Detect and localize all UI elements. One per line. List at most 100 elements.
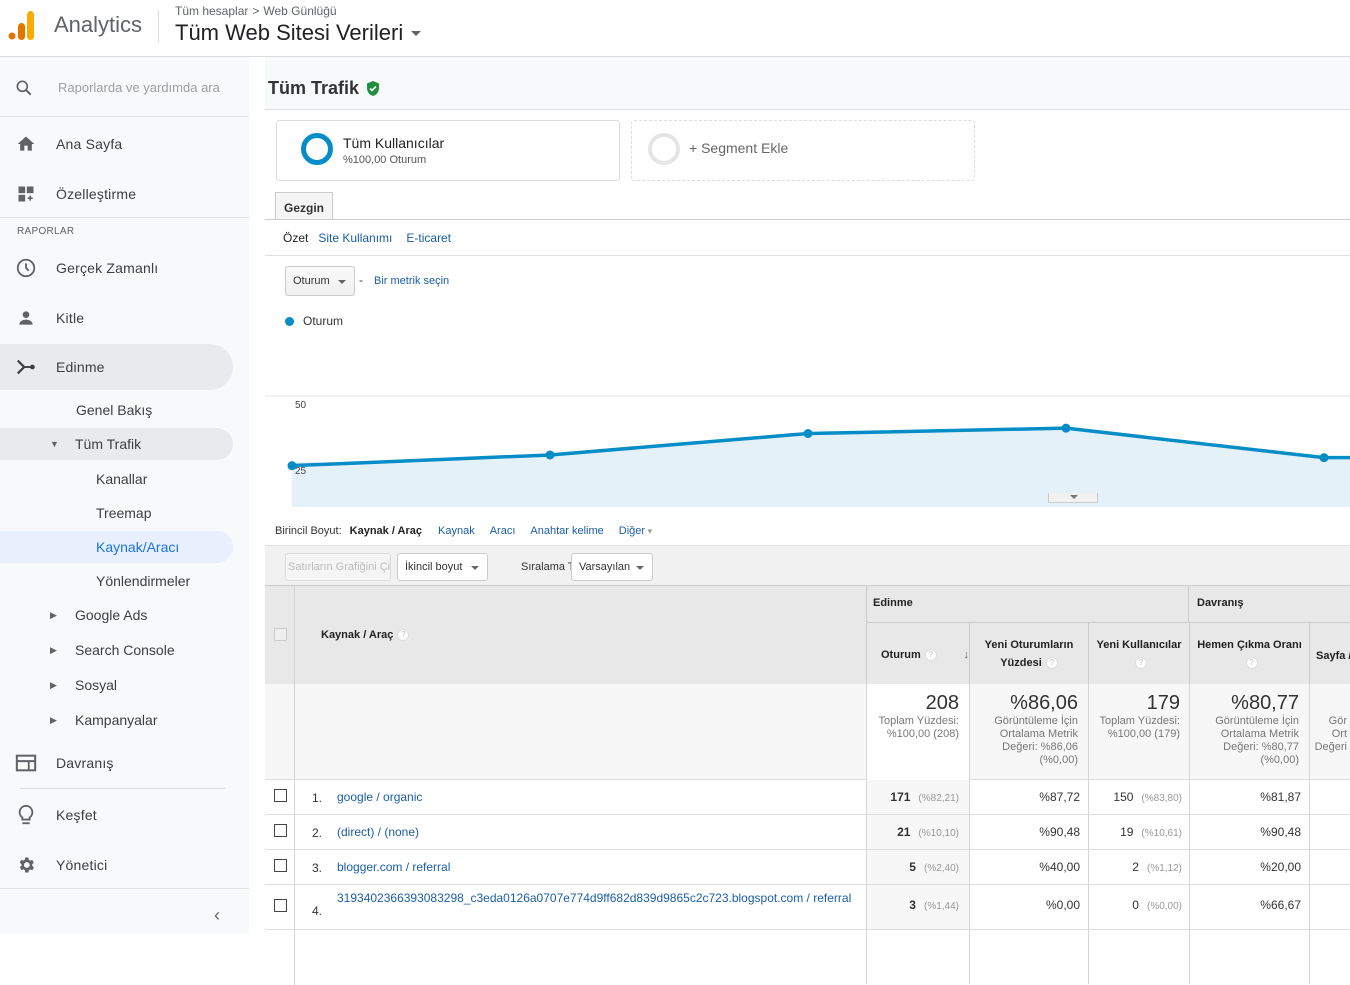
table-toolbar: Satırların Grafiğini Çiz İkincil boyut S… bbox=[265, 545, 1350, 585]
sidebar-subitem-campaigns[interactable]: ▶ Kampanyalar bbox=[0, 704, 233, 736]
caret-down-icon bbox=[636, 566, 644, 570]
sidebar-subitem-channels[interactable]: Kanallar bbox=[0, 463, 233, 495]
dimension-source[interactable]: Kaynak bbox=[438, 525, 475, 537]
data-point bbox=[545, 450, 555, 460]
sidebar-item-label: Ana Sayfa bbox=[56, 136, 123, 152]
segment-card-all-users[interactable]: Tüm Kullanıcılar %100,00 Oturum bbox=[276, 120, 620, 181]
subtab-site-usage[interactable]: Site Kullanımı bbox=[318, 231, 392, 245]
cell-sessions: 171 (%82,21) bbox=[890, 790, 959, 804]
select-metric-link[interactable]: Bir metrik seçin bbox=[374, 275, 449, 287]
row-checkbox[interactable] bbox=[274, 859, 287, 872]
explorer-subtabs: Özet Site Kullanımı E-ticaret bbox=[283, 231, 465, 245]
sidebar-subitem-google-ads[interactable]: ▶ Google Ads bbox=[0, 599, 233, 631]
metric-select[interactable]: Oturum bbox=[285, 266, 355, 296]
analytics-logo-icon[interactable] bbox=[8, 9, 36, 41]
column-header-new-session-pct[interactable]: Yeni Oturumların Yüzdesi? bbox=[970, 636, 1088, 672]
sidebar-subitem-label: Treemap bbox=[96, 505, 152, 521]
column-header-sessions[interactable]: Oturum? ↓ bbox=[871, 646, 969, 664]
sidebar-subitem-overview[interactable]: Genel Bakış bbox=[0, 394, 233, 426]
sidebar-item-label: Davranış bbox=[56, 755, 114, 771]
collapse-sidebar-button[interactable]: ‹ bbox=[214, 905, 220, 926]
sidebar-item-customization[interactable]: Özelleştirme bbox=[0, 171, 233, 217]
sidebar-item-realtime[interactable]: Gerçek Zamanlı bbox=[0, 245, 233, 291]
subtab-ecommerce[interactable]: E-ticaret bbox=[406, 231, 451, 245]
sidebar-subitem-social[interactable]: ▶ Sosyal bbox=[0, 669, 233, 701]
report-header: Tüm Trafik bbox=[265, 57, 1350, 110]
row-checkbox[interactable] bbox=[274, 824, 287, 837]
sort-type-select[interactable]: Varsayılan bbox=[571, 553, 653, 581]
dimension-other[interactable]: Diğer bbox=[619, 525, 652, 537]
sidebar-subitem-treemap[interactable]: Treemap bbox=[0, 497, 233, 529]
source-medium-link[interactable]: blogger.com / referral bbox=[337, 860, 862, 875]
plot-rows-button[interactable]: Satırların Grafiğini Çiz bbox=[285, 553, 391, 581]
row-checkbox[interactable] bbox=[274, 899, 287, 912]
tab-explorer[interactable]: Gezgin bbox=[275, 192, 333, 220]
group-header-behavior: Davranış bbox=[1197, 597, 1244, 609]
column-divider bbox=[1088, 684, 1089, 984]
subtab-summary[interactable]: Özet bbox=[283, 231, 308, 245]
help-icon[interactable]: ? bbox=[924, 649, 937, 662]
sidebar-item-label: Yönetici bbox=[56, 857, 108, 873]
dimension-medium[interactable]: Aracı bbox=[490, 525, 516, 537]
column-header-new-users[interactable]: Yeni Kullanıcılar? bbox=[1089, 636, 1189, 672]
data-point bbox=[803, 429, 813, 439]
chart-legend: Oturum bbox=[285, 314, 343, 328]
secondary-dimension-select[interactable]: İkincil boyut bbox=[397, 553, 488, 581]
segment-ring-icon bbox=[301, 133, 333, 165]
add-segment-label: + Segment Ekle bbox=[689, 140, 789, 156]
sort-type-value: Varsayılan bbox=[579, 561, 631, 573]
legend-dot bbox=[285, 316, 294, 326]
collapsed-triangle-icon: ▶ bbox=[50, 714, 57, 725]
sidebar: Raporlarda ve yardımda ara Ana Sayfa Öze… bbox=[0, 57, 249, 934]
help-icon[interactable]: ? bbox=[397, 629, 410, 642]
source-medium-link[interactable]: (direct) / (none) bbox=[337, 825, 862, 840]
column-divider bbox=[1189, 684, 1190, 984]
row-number: 3. bbox=[312, 861, 323, 875]
sidebar-item-acquisition[interactable]: Edinme bbox=[0, 344, 233, 390]
search-input[interactable]: Raporlarda ve yardımda ara bbox=[58, 80, 220, 95]
source-medium-link[interactable]: 3193402366393083298_c3eda0126a0707e774d9… bbox=[337, 891, 862, 906]
sidebar-item-explore[interactable]: Keşfet bbox=[0, 792, 233, 838]
column-header-bounce-rate[interactable]: Hemen Çıkma Oranı? bbox=[1190, 636, 1309, 672]
view-selector[interactable]: Tüm Web Sitesi Verileri bbox=[175, 20, 422, 46]
breadcrumb-item[interactable]: Web Günlüğü bbox=[263, 4, 336, 18]
cell-new-session-pct: %87,72 bbox=[1039, 790, 1080, 804]
sidebar-subitem-all-traffic[interactable]: ▼ Tüm Trafik bbox=[0, 428, 233, 460]
sidebar-subitem-source-medium[interactable]: Kaynak/Aracı bbox=[0, 531, 233, 563]
report-search[interactable]: Raporlarda ve yardımda ara bbox=[0, 57, 249, 117]
dimension-current: Kaynak / Araç bbox=[349, 525, 422, 537]
sidebar-item-audience[interactable]: Kitle bbox=[0, 295, 233, 341]
data-point bbox=[1061, 423, 1071, 433]
row-checkbox[interactable] bbox=[274, 789, 287, 802]
column-header-pages-per-session[interactable]: Sayfa / bbox=[1316, 647, 1350, 665]
sidebar-item-admin[interactable]: Yönetici bbox=[0, 842, 233, 888]
cell-sessions: 3 (%1,44) bbox=[909, 898, 959, 912]
sidebar-subitem-referrals[interactable]: Yönlendirmeler bbox=[0, 565, 233, 597]
add-segment-button[interactable]: + Segment Ekle bbox=[631, 120, 975, 181]
help-icon[interactable]: ? bbox=[1245, 657, 1258, 670]
help-icon[interactable]: ? bbox=[1135, 657, 1147, 670]
breadcrumb[interactable]: Tüm hesaplar > Web Günlüğü bbox=[175, 4, 337, 18]
group-header-acquisition: Edinme bbox=[873, 597, 913, 609]
dimension-keyword[interactable]: Anahtar kelime bbox=[530, 525, 603, 537]
sidebar-subitem-search-console[interactable]: ▶ Search Console bbox=[0, 634, 233, 666]
divider bbox=[20, 788, 225, 789]
table-row: 2. (direct) / (none) 21 (%10,10) %90,48 1… bbox=[265, 815, 1350, 850]
series-area bbox=[292, 428, 1350, 507]
column-header-source-medium[interactable]: Kaynak / Araç? bbox=[321, 626, 410, 644]
sidebar-item-behavior[interactable]: Davranış bbox=[0, 740, 233, 786]
source-medium-link[interactable]: google / organic bbox=[337, 790, 862, 805]
main-content: Tüm Trafik Tüm Kullanıcılar %100,00 Otur… bbox=[249, 57, 1350, 985]
sidebar-item-label: Edinme bbox=[56, 359, 105, 375]
row-number: 4. bbox=[312, 904, 323, 918]
cell-new-users: 0 (%0,00) bbox=[1132, 898, 1182, 912]
chart-expand-handle[interactable] bbox=[1048, 493, 1098, 503]
sidebar-item-home[interactable]: Ana Sayfa bbox=[0, 121, 233, 167]
breadcrumb-item[interactable]: Tüm hesaplar bbox=[175, 4, 248, 18]
help-icon[interactable]: ? bbox=[1045, 657, 1058, 670]
select-all-checkbox[interactable] bbox=[274, 628, 287, 641]
cell-new-session-pct: %90,48 bbox=[1039, 825, 1080, 839]
cell-bounce-rate: %66,67 bbox=[1260, 898, 1301, 912]
segment-ring-icon bbox=[648, 133, 680, 165]
behavior-icon bbox=[14, 751, 38, 775]
